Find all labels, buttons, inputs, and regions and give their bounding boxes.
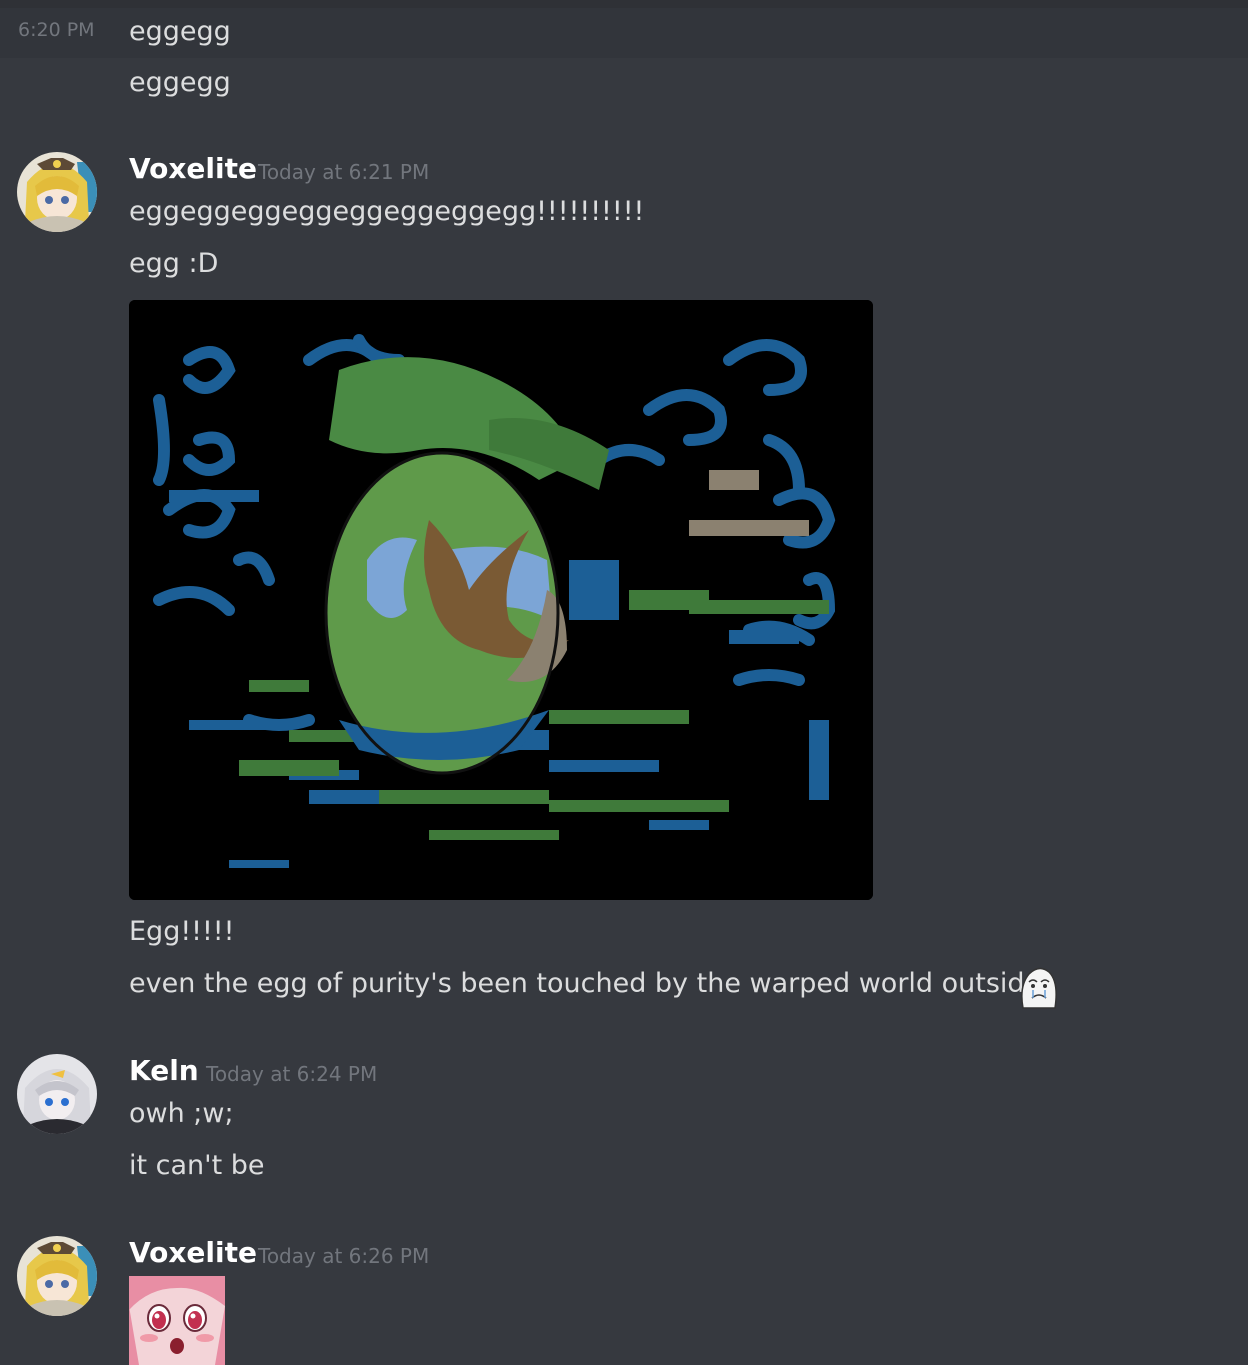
image-attachment[interactable] [129,300,873,900]
anime-girl-shocked-sticker-icon[interactable] [129,1276,225,1365]
crying-face-emoji-icon[interactable] [1015,964,1061,1010]
username[interactable]: Voxelite [129,152,257,185]
username[interactable]: Voxelite [129,1236,257,1269]
avatar-voxelite[interactable] [17,1236,97,1316]
egg-tree-glitch-image [129,300,873,900]
message-timestamp: Today at 6:26 PM [258,1244,430,1268]
avatar-keln[interactable] [17,1054,97,1134]
inline-timestamp: 6:20 PM [18,19,95,41]
chat-view: 6:20 PM eggegg eggegg Voxelite Today at … [0,0,1248,1365]
message-timestamp: Today at 6:21 PM [258,160,430,184]
top-divider [0,0,1248,8]
avatar-voxelite[interactable] [17,152,97,232]
message-text: eggegg [129,16,231,47]
message-text: it can't be [129,1150,265,1181]
message-timestamp: Today at 6:24 PM [206,1062,378,1086]
message-text: even the egg of purity's been touched by… [129,968,1042,999]
username[interactable]: Keln [129,1054,199,1087]
message-text: owh ;w; [129,1098,234,1129]
message-text: eggegg [129,67,231,98]
message-text: egg :D [129,248,219,279]
message-text: eggeggeggeggeggeggeggegg!!!!!!!!!! [129,196,645,227]
message-text: Egg!!!!! [129,916,235,947]
